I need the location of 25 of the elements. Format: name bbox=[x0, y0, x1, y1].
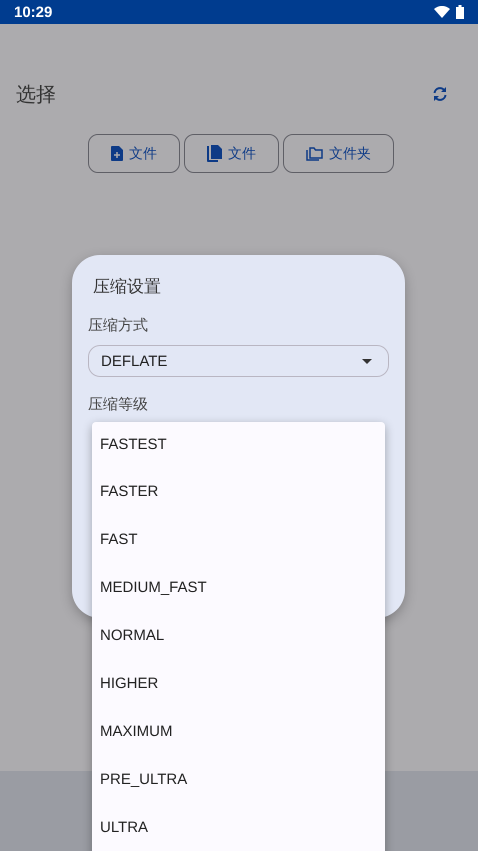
field-label: 压缩方式 bbox=[88, 316, 149, 335]
field-label: 压缩等级 bbox=[88, 395, 149, 414]
dropdown-caret-icon bbox=[362, 358, 372, 364]
menu-item[interactable]: MAXIMUM bbox=[92, 707, 385, 755]
method-dropdown[interactable]: DEFLATE bbox=[88, 345, 389, 377]
menu-item[interactable]: NORMAL bbox=[92, 611, 385, 659]
menu-item[interactable]: PRE_ULTRA bbox=[92, 755, 385, 803]
menu-item[interactable]: FASTEST bbox=[92, 422, 385, 467]
menu-item[interactable]: FASTER bbox=[92, 467, 385, 515]
page-title: 选择 bbox=[16, 80, 56, 108]
menu-item[interactable]: HIGHER bbox=[92, 659, 385, 707]
select-button[interactable]: 文件夹 bbox=[283, 134, 394, 173]
menu-item[interactable]: ULTRA bbox=[92, 803, 385, 851]
folder-icon bbox=[306, 146, 323, 160]
menu-item[interactable]: MEDIUM_FAST bbox=[92, 563, 385, 611]
select-button[interactable]: 文件 bbox=[184, 134, 279, 173]
battery-icon bbox=[456, 5, 464, 19]
select-button[interactable]: 文件 bbox=[88, 134, 180, 173]
wifi-icon bbox=[434, 6, 450, 18]
files-icon bbox=[207, 145, 222, 162]
file-add-icon bbox=[111, 146, 123, 161]
status-time: 10:29 bbox=[14, 4, 52, 20]
refresh-icon[interactable] bbox=[432, 86, 448, 102]
dialog-title: 压缩设置 bbox=[93, 276, 162, 298]
menu-item[interactable]: FAST bbox=[92, 515, 385, 563]
